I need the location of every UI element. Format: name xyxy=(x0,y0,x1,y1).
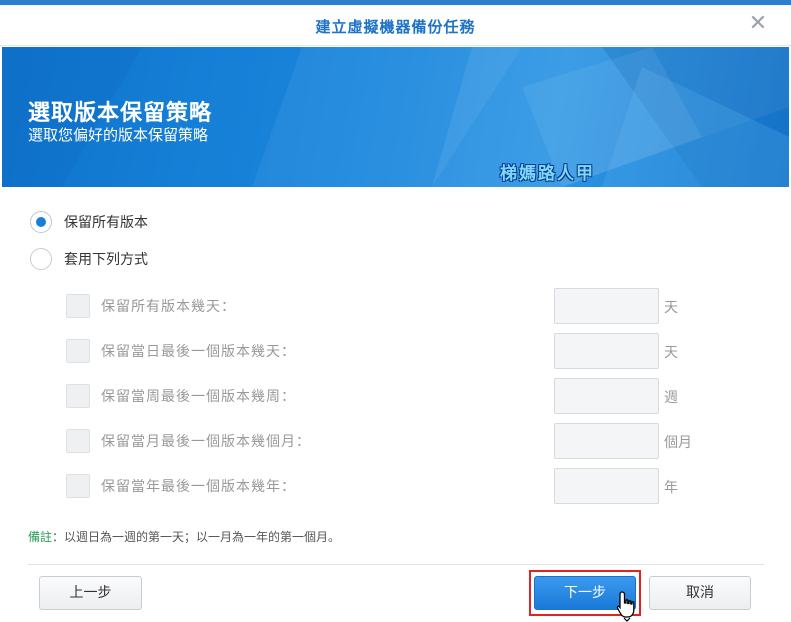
rule-unit: 年 xyxy=(664,480,678,496)
wizard-banner: 選取版本保留策略 選取您偏好的版本保留策略 梯媽路人甲 xyxy=(2,47,789,187)
rule-value-input[interactable] xyxy=(554,378,659,414)
step-heading: 選取版本保留策略 xyxy=(28,101,213,126)
step-subheading: 選取您偏好的版本保留策略 xyxy=(28,126,209,144)
rule-value-input[interactable] xyxy=(554,468,659,504)
footer-divider xyxy=(28,564,764,565)
rule-row-yearly: 保留當年最後一個版本幾年： 年 xyxy=(66,468,716,504)
rule-row-days: 保留所有版本幾天： 天 xyxy=(66,288,716,324)
radio-button-selected[interactable] xyxy=(30,211,52,233)
rule-checkbox[interactable] xyxy=(66,339,90,363)
footnote-key: 備註 xyxy=(28,530,53,544)
back-button[interactable]: 上一步 xyxy=(39,576,142,610)
radio-label: 保留所有版本 xyxy=(64,215,148,231)
close-icon[interactable]: ✕ xyxy=(747,13,769,35)
rule-row-daily: 保留當日最後一個版本幾天： 天 xyxy=(66,333,716,369)
dialog-title: 建立虛擬機器備份任務 xyxy=(315,18,476,36)
footnote-text: ：以週日為一週的第一天；以一月為一年的第一個月。 xyxy=(52,530,341,544)
rule-value-input[interactable] xyxy=(554,288,659,324)
watermark-text: 梯媽路人甲 xyxy=(500,164,595,184)
rule-checkbox[interactable] xyxy=(66,474,90,498)
hand-cursor-icon xyxy=(616,591,635,622)
rule-checkbox[interactable] xyxy=(66,294,90,318)
rule-row-weekly: 保留當周最後一個版本幾周： 週 xyxy=(66,378,716,414)
rule-value-input[interactable] xyxy=(554,423,659,459)
rule-label: 保留當周最後一個版本幾周： xyxy=(101,389,296,405)
rule-label: 保留當月最後一個版本幾個月： xyxy=(101,434,311,450)
rule-label: 保留當日最後一個版本幾天： xyxy=(101,344,296,360)
dialog-titlebar: 建立虛擬機器備份任務 ✕ xyxy=(0,5,791,46)
rule-value-input[interactable] xyxy=(554,333,659,369)
radio-apply-rules[interactable]: 套用下列方式 xyxy=(30,247,148,271)
cancel-button[interactable]: 取消 xyxy=(649,576,751,610)
rule-unit: 個月 xyxy=(664,435,692,451)
rule-unit: 週 xyxy=(664,390,678,406)
rule-checkbox[interactable] xyxy=(66,429,90,453)
radio-button[interactable] xyxy=(30,248,52,270)
rule-checkbox[interactable] xyxy=(66,384,90,408)
rule-label: 保留所有版本幾天： xyxy=(101,299,236,315)
rule-label: 保留當年最後一個版本幾年： xyxy=(101,479,296,495)
footnote: 備註：以週日為一週的第一天；以一月為一年的第一個月。 xyxy=(28,528,340,545)
radio-keep-all-versions[interactable]: 保留所有版本 xyxy=(30,210,148,234)
rule-unit: 天 xyxy=(664,345,678,361)
rule-row-monthly: 保留當月最後一個版本幾個月： 個月 xyxy=(66,423,716,459)
radio-label: 套用下列方式 xyxy=(64,252,148,268)
rule-unit: 天 xyxy=(664,300,678,316)
